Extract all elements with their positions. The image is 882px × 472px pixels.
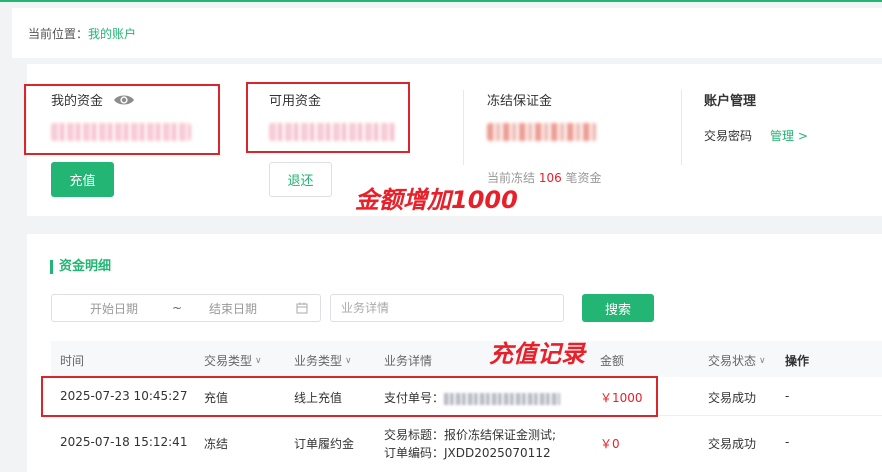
account-management-title: 账户管理 (704, 94, 757, 109)
cell-business-type: 订单履约金 (294, 437, 355, 451)
highlight-box-available (246, 82, 410, 153)
annotation-amount-increase: 金额增加1000 (355, 186, 518, 214)
frozen-count: 106 (538, 171, 562, 185)
highlight-box-recharge-row (41, 376, 658, 417)
highlight-box-my-funds (24, 84, 220, 155)
date-range-picker[interactable]: 开始日期 ~ 结束日期 (51, 294, 321, 322)
col-business-detail: 业务详情 (384, 354, 433, 368)
breadcrumb-current[interactable]: 我的账户 (88, 25, 136, 42)
chevron-down-icon: ∨ (345, 355, 352, 366)
range-separator: ~ (172, 301, 183, 315)
frozen-note-suffix: 笔资金 (561, 171, 602, 185)
chevron-down-icon: ∨ (255, 355, 262, 366)
account-management-section: 账户管理 交易密码 管理 > (704, 90, 808, 144)
cell-action: - (785, 389, 790, 403)
col-trade-type[interactable]: 交易类型 ∨ (204, 352, 262, 369)
cell-action: - (785, 435, 790, 449)
search-button[interactable]: 搜索 (582, 294, 654, 322)
start-date-placeholder[interactable]: 开始日期 (90, 300, 138, 317)
annotation-recharge-record: 充值记录 (489, 340, 585, 368)
end-date-placeholder[interactable]: 结束日期 (209, 300, 257, 317)
cell-business-detail: 交易标题：报价冻结保证金测试; 订单编码：JXDD2025070112 (384, 426, 556, 462)
breadcrumb-prefix: 当前位置： (28, 26, 89, 41)
business-detail-input[interactable] (330, 294, 564, 322)
section-title: 资金明细 (50, 260, 111, 274)
col-amount: 金额 (600, 354, 625, 368)
cell-time: 2025-07-18 15:12:41 (60, 435, 188, 449)
trade-password-label: 交易密码 (704, 129, 753, 143)
cell-trade-type: 冻结 (204, 437, 229, 451)
frozen-amount-masked (487, 123, 597, 141)
col-business-type[interactable]: 业务类型 ∨ (294, 352, 352, 369)
calendar-icon (296, 302, 308, 317)
table-header: 时间 交易类型 ∨ 业务类型 ∨ 业务详情 金额 交易状态 ∨ 操作 (51, 341, 882, 377)
cell-amount: ￥0 (600, 437, 620, 451)
divider (681, 90, 682, 165)
col-status[interactable]: 交易状态 ∨ (708, 352, 766, 369)
top-accent-line (0, 0, 882, 2)
col-action: 操作 (785, 354, 810, 368)
cell-status: 交易成功 (708, 437, 757, 451)
recharge-button[interactable]: 充值 (51, 162, 114, 197)
withdraw-button[interactable]: 退还 (269, 162, 332, 197)
divider (463, 90, 464, 165)
order-code-text: 订单编码：JXDD2025070112 (384, 446, 551, 460)
col-time: 时间 (60, 354, 85, 368)
table-row: 2025-07-18 15:12:41 冻结 订单履约金 交易标题：报价冻结保证… (51, 416, 882, 472)
frozen-deposit-section: 冻结保证金 当前冻结 106 笔资金 (487, 90, 602, 186)
trade-title-text: 交易标题：报价冻结保证金测试; (384, 428, 557, 442)
chevron-down-icon: ∨ (759, 355, 766, 366)
fund-details-card: 资金明细 开始日期 ~ 结束日期 搜索 时间 交易类型∨ 业务类型∨ 业务详情 … (27, 234, 882, 472)
cell-status: 交易成功 (708, 391, 757, 405)
manage-password-link[interactable]: 管理 > (770, 127, 808, 144)
frozen-deposit-label: 冻结保证金 (487, 94, 553, 109)
breadcrumb: 当前位置： 我的账户 (12, 8, 882, 58)
